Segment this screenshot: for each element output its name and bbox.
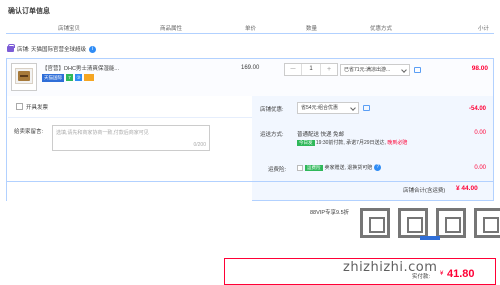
header-price: 单价: [245, 26, 257, 32]
qty-input[interactable]: 1: [301, 64, 321, 75]
shipping-promise: 19:30前付款, 承诺7月29日送达,: [315, 140, 388, 146]
item-subtotal: 98.00: [471, 65, 488, 72]
insurance-help-icon[interactable]: ?: [374, 164, 382, 171]
coupon-amount: -54.00: [468, 106, 486, 112]
vip-discount: 88VIP专享9.5折: [310, 210, 350, 216]
insurance-label: 运费险:: [268, 167, 287, 173]
insurance-checkbox[interactable]: [297, 164, 303, 171]
page-title: 确认订单信息: [8, 8, 50, 15]
tmall-global-badge: 天猫国际: [42, 74, 64, 82]
product-thumbnail[interactable]: [11, 63, 37, 91]
final-currency: ¥: [440, 271, 444, 277]
discount-select[interactable]: 已省71元:满凉出游...: [340, 64, 410, 76]
header-subtotal: 小计: [478, 26, 490, 32]
divider: [8, 117, 252, 118]
quantity-stepper[interactable]: － 1 +: [284, 63, 338, 76]
shipping-amount: 0.00: [474, 130, 486, 136]
shop-row: 店铺: 天猫国际官营全球超级 i: [7, 44, 97, 54]
shipping-note: 今日发 19:30前付款, 承诺7月29日送达, 晚到必赔: [297, 139, 407, 146]
blue-accent: [420, 236, 440, 240]
coupon-select[interactable]: 省54元:组合优惠: [297, 102, 359, 114]
shop-bag-icon: [7, 44, 15, 52]
final-value: 41.80: [447, 268, 475, 280]
header-shop: 店铺宝贝: [58, 26, 81, 32]
insurance-row: 运费险 卖家赠送, 退换货可赔 ?: [297, 164, 382, 171]
chat-icon[interactable]: i: [89, 45, 97, 53]
qty-plus-button[interactable]: +: [321, 64, 337, 75]
service-badge: ③: [75, 74, 82, 81]
header-qty: 数量: [306, 26, 318, 32]
message-textarea[interactable]: 选填,请先和商家协商一致,付款后商家可见 0/200: [52, 125, 210, 151]
invoice-checkbox[interactable]: [16, 103, 23, 110]
insurance-text: 卖家赠送, 退换货可赔: [324, 165, 373, 171]
shop-total-label: 店铺合计(含运费): [403, 188, 446, 194]
shop-name[interactable]: 店铺: 天猫国际官营全球超级: [17, 45, 86, 53]
shipping-method: 普通配送 快递 免邮: [297, 132, 345, 138]
item-badges: 天猫国际 7 ③: [42, 74, 94, 82]
message-placeholder: 选填,请先和商家协商一致,付款后商家可见: [56, 130, 149, 136]
message-count: 0/200: [193, 142, 206, 148]
discount-info-icon[interactable]: [414, 67, 421, 73]
watermark-logo: [360, 208, 500, 238]
insurance-badge: 运费险: [305, 164, 323, 171]
table-header: 店铺宝贝 商品属性 单价 数量 优惠方式 小计: [6, 22, 494, 34]
card-icon: [84, 74, 94, 81]
late-compensation-link[interactable]: 晚到必赔: [387, 140, 407, 146]
header-discount: 优惠方式: [370, 26, 393, 32]
message-label: 给卖家留言:: [14, 129, 44, 135]
shipping-label: 运送方式:: [260, 132, 284, 138]
item-price: 169.00: [241, 65, 260, 71]
seven-day-return-badge: 7: [66, 74, 73, 81]
today-ship-badge: 今日发: [297, 140, 315, 146]
final-label: 实付款:: [412, 274, 431, 280]
qty-minus-button[interactable]: －: [285, 64, 301, 75]
coupon-info-icon[interactable]: [363, 105, 370, 111]
coupon-label: 店铺优惠:: [260, 107, 284, 113]
item-title[interactable]: 【官营】DHC男士清爽保湿能...: [42, 64, 119, 72]
invoice-label: 开具发票: [26, 105, 49, 111]
insurance-amount: 0.00: [474, 165, 486, 171]
header-attr: 商品属性: [160, 26, 183, 32]
shop-total-value: ¥ 44.00: [456, 185, 478, 192]
